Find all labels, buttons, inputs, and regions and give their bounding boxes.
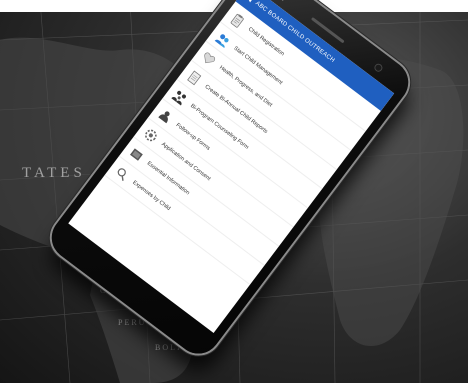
phone-camera <box>374 63 383 72</box>
map-label-peru: PERU <box>118 318 147 327</box>
heart-icon <box>204 52 216 63</box>
info-icon <box>130 147 144 161</box>
people-icon <box>214 33 229 48</box>
back-arrow-icon[interactable]: ◀ <box>245 0 255 3</box>
clipboard-icon <box>231 13 245 28</box>
hands-icon <box>158 110 170 123</box>
document-icon <box>187 70 202 85</box>
gear-icon <box>145 129 157 141</box>
photo-scene: TATES COLOMBIA PERU BOLIVIA MI ◀ ABC BOA… <box>0 0 468 383</box>
family-icon <box>171 90 187 106</box>
phone-brand-logo: MI <box>273 0 289 3</box>
map-label-tates: TATES <box>22 165 86 181</box>
magnifier-icon <box>117 167 127 181</box>
